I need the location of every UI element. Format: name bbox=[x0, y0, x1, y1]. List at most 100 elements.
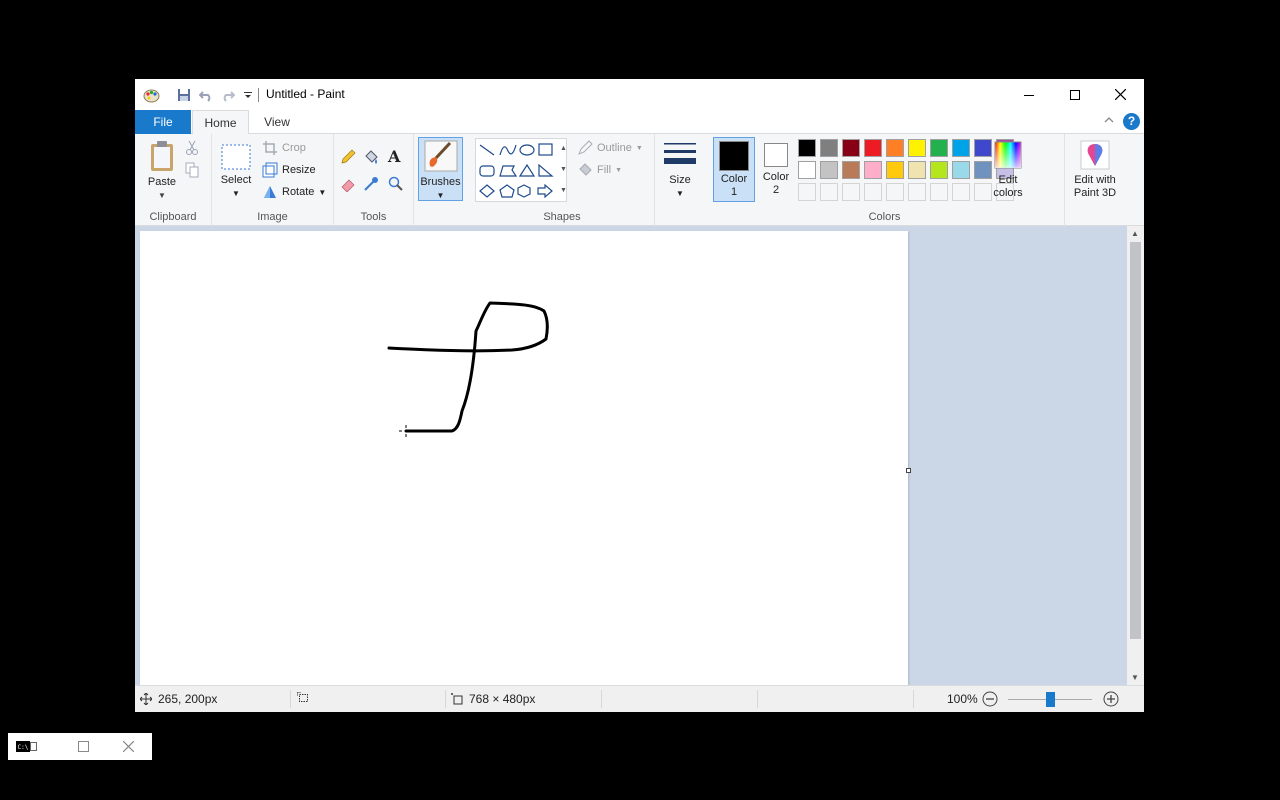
copy-button[interactable] bbox=[185, 161, 199, 179]
zoom-slider-thumb[interactable] bbox=[1045, 692, 1055, 707]
diamond-shape bbox=[479, 184, 495, 198]
drawing-canvas[interactable] bbox=[140, 231, 911, 685]
shapes-scroll[interactable]: ▲ ▼ ▼ bbox=[558, 138, 569, 202]
palette-swatch[interactable] bbox=[842, 183, 860, 201]
canvas-resize-handle-right[interactable] bbox=[906, 468, 911, 473]
scroll-down-icon[interactable]: ▼ bbox=[1131, 673, 1139, 682]
paint3d-label-2: Paint 3D bbox=[1073, 187, 1117, 199]
edit-colors-label-2: colors bbox=[993, 187, 1023, 199]
tab-home[interactable]: Home bbox=[192, 110, 249, 135]
minimize-button[interactable] bbox=[1006, 79, 1052, 110]
resize-button[interactable]: Resize bbox=[262, 161, 316, 179]
cursor-position-text: 265, 200px bbox=[158, 692, 218, 706]
zoom-out-icon bbox=[982, 691, 998, 707]
palette-swatch[interactable] bbox=[842, 161, 860, 179]
pencil-tool[interactable] bbox=[340, 148, 356, 166]
edit-with-paint3d-button[interactable]: Edit with Paint 3D bbox=[1067, 140, 1123, 200]
palette-swatch[interactable] bbox=[864, 161, 882, 179]
scroll-up-icon[interactable]: ▲ bbox=[1131, 229, 1139, 238]
customize-quick-access-icon[interactable] bbox=[239, 86, 257, 104]
palette-swatch[interactable] bbox=[820, 139, 838, 157]
palette-swatch[interactable] bbox=[820, 161, 838, 179]
maximize-button[interactable] bbox=[1052, 79, 1098, 110]
palette-swatch[interactable] bbox=[908, 161, 926, 179]
ribbon-tabs: File Home View ? bbox=[135, 110, 1144, 135]
triangle-shape bbox=[518, 163, 536, 177]
paste-icon bbox=[151, 141, 173, 171]
rotate-dropdown-icon[interactable]: ▼ bbox=[318, 188, 326, 197]
palette-swatch[interactable] bbox=[930, 139, 948, 157]
eraser-icon bbox=[341, 179, 355, 192]
crop-button[interactable]: Crop bbox=[262, 139, 306, 157]
eyedropper-icon bbox=[364, 177, 378, 191]
fill-button[interactable]: Fill ▼ bbox=[577, 161, 622, 179]
color-picker-tool[interactable] bbox=[363, 175, 379, 193]
collapse-ribbon-icon[interactable] bbox=[1104, 114, 1114, 126]
paint-app-icon[interactable] bbox=[142, 86, 160, 104]
palette-swatch[interactable] bbox=[842, 139, 860, 157]
palette-swatch[interactable] bbox=[798, 183, 816, 201]
palette-swatch[interactable] bbox=[886, 161, 904, 179]
palette-swatch[interactable] bbox=[886, 139, 904, 157]
select-dropdown-icon[interactable]: ▼ bbox=[218, 187, 254, 200]
zoom-level: 100% bbox=[947, 692, 978, 706]
tab-file[interactable]: File bbox=[135, 110, 191, 134]
paste-button[interactable]: Paste ▼ bbox=[143, 140, 181, 202]
selection-size bbox=[297, 692, 310, 704]
restore-icon bbox=[78, 741, 89, 752]
text-tool[interactable]: A bbox=[388, 147, 400, 166]
vertical-scrollbar[interactable]: ▲ ▼ bbox=[1127, 226, 1144, 685]
canvas-size-icon bbox=[451, 693, 463, 705]
undo-icon[interactable] bbox=[197, 86, 215, 104]
image-label: Image bbox=[257, 211, 288, 223]
zoom-out-button[interactable] bbox=[982, 691, 998, 707]
palette-swatch[interactable] bbox=[952, 183, 970, 201]
eraser-tool[interactable] bbox=[340, 175, 356, 193]
palette-swatch[interactable] bbox=[864, 139, 882, 157]
title-bar: Untitled - Paint bbox=[135, 79, 1144, 110]
palette-swatch[interactable] bbox=[908, 139, 926, 157]
palette-swatch[interactable] bbox=[798, 139, 816, 157]
palette-swatch[interactable] bbox=[952, 139, 970, 157]
oval-shape bbox=[519, 144, 535, 156]
resize-label: Resize bbox=[282, 164, 316, 176]
brushes-button[interactable]: Brushes ▼ bbox=[418, 137, 463, 201]
paste-dropdown-icon[interactable]: ▼ bbox=[143, 189, 181, 202]
palette-swatch[interactable] bbox=[908, 183, 926, 201]
window-title: Untitled - Paint bbox=[266, 87, 345, 101]
select-label: Select bbox=[220, 174, 252, 186]
tab-view[interactable]: View bbox=[249, 110, 305, 134]
size-button[interactable]: Size ▼ bbox=[661, 140, 699, 200]
cut-button[interactable] bbox=[185, 139, 199, 157]
rotate-button[interactable]: Rotate ▼ bbox=[262, 183, 326, 201]
palette-swatch[interactable] bbox=[864, 183, 882, 201]
zoom-in-button[interactable] bbox=[1103, 691, 1119, 707]
edit-colors-button[interactable]: Edit colors bbox=[985, 140, 1031, 200]
magnifier-tool[interactable] bbox=[388, 175, 404, 193]
pentagon-shape bbox=[499, 184, 515, 198]
palette-swatch[interactable] bbox=[930, 183, 948, 201]
outline-button[interactable]: Outline ▼ bbox=[577, 139, 643, 157]
size-dropdown-icon[interactable]: ▼ bbox=[661, 187, 699, 200]
minimized-console-window[interactable]: C:\ bbox=[8, 733, 152, 760]
palette-swatch[interactable] bbox=[886, 183, 904, 201]
palette-swatch[interactable] bbox=[798, 161, 816, 179]
brushes-dropdown-icon[interactable]: ▼ bbox=[419, 189, 462, 202]
outline-icon bbox=[578, 140, 593, 155]
palette-swatch[interactable] bbox=[952, 161, 970, 179]
save-icon[interactable] bbox=[175, 86, 193, 104]
scrollbar-thumb[interactable] bbox=[1130, 242, 1141, 639]
palette-swatch[interactable] bbox=[930, 161, 948, 179]
redo-icon[interactable] bbox=[219, 86, 237, 104]
brush-icon bbox=[424, 140, 457, 172]
drawing-stroke bbox=[387, 301, 549, 437]
zoom-in-icon bbox=[1103, 691, 1119, 707]
select-button[interactable]: Select ▼ bbox=[218, 144, 254, 200]
zoom-slider-track[interactable] bbox=[1008, 692, 1092, 707]
help-icon[interactable]: ? bbox=[1123, 113, 1140, 130]
edit-colors-label-1: Edit bbox=[998, 174, 1018, 186]
maximize-icon bbox=[1070, 89, 1080, 100]
close-button[interactable] bbox=[1097, 79, 1143, 110]
fill-tool[interactable] bbox=[363, 148, 379, 166]
palette-swatch[interactable] bbox=[820, 183, 838, 201]
